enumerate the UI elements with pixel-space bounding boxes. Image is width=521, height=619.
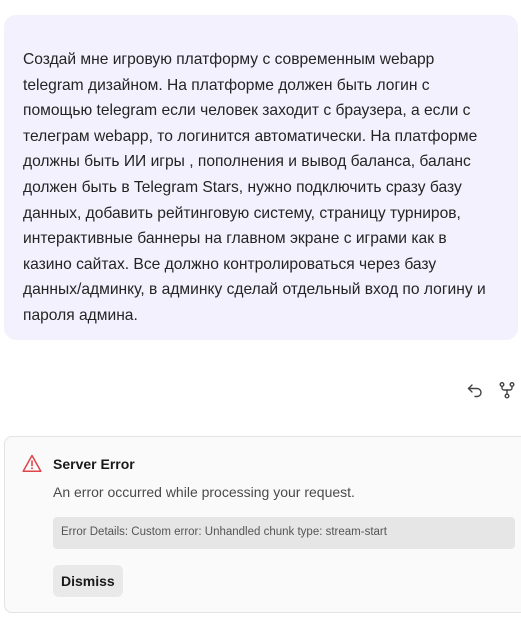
undo-button[interactable] <box>465 380 485 400</box>
chat-page: Создай мне игровую платформу с современн… <box>0 0 521 619</box>
warning-icon <box>22 454 42 472</box>
error-details: Error Details: Custom error: Unhandled c… <box>53 517 515 549</box>
branch-button[interactable] <box>497 380 517 400</box>
error-description: An error occurred while processing your … <box>53 484 355 500</box>
error-title: Server Error <box>53 456 135 472</box>
user-message-bubble: Создай мне игровую платформу с современн… <box>4 15 518 340</box>
branch-icon <box>499 382 515 399</box>
user-message-text: Создай мне игровую платформу с современн… <box>23 51 486 324</box>
error-card: Server Error An error occurred while pro… <box>4 436 521 613</box>
message-actions <box>465 380 517 400</box>
dismiss-button[interactable]: Dismiss <box>53 565 123 597</box>
undo-icon <box>467 384 482 398</box>
